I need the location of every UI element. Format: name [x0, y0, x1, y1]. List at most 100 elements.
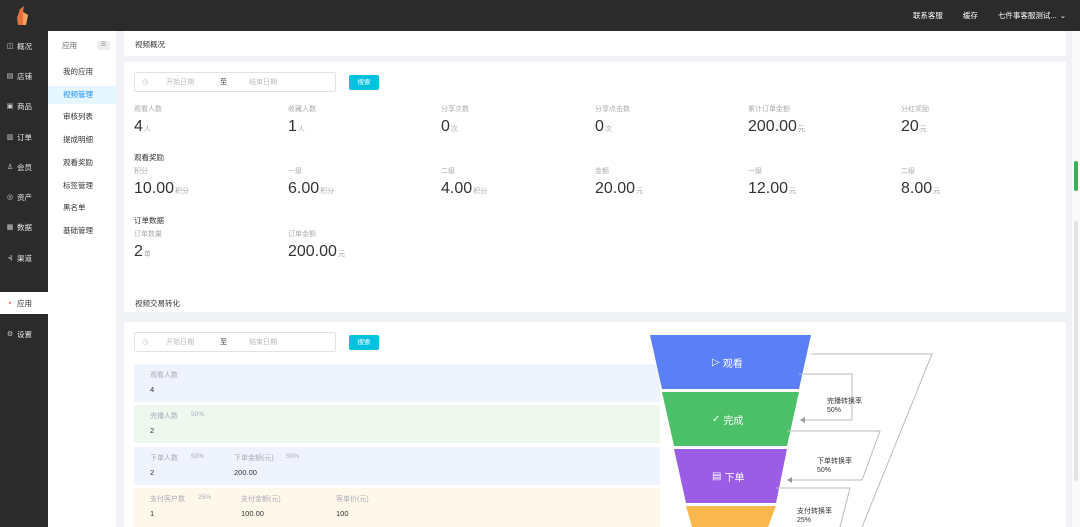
secondary-sidebar: 应用 ☰ 我的应用 视频管理 审核列表 提成明细 观看奖励 标签管理 黑名单 基… — [48, 31, 116, 527]
stat-order-total: 订单金额 200.00元 — [288, 229, 345, 261]
overview-search-button[interactable]: 搜索 — [349, 75, 379, 90]
order-icon: ▥ — [6, 134, 14, 141]
stat-order-amount: 累计订单金额 200.00元 — [748, 104, 805, 136]
stat-value: 4.00积分 — [441, 180, 488, 197]
end-date-input[interactable]: 结束日期 — [249, 337, 277, 347]
row-cell: 观看人数 4 — [150, 372, 178, 394]
stat-label: 一级 — [748, 168, 762, 175]
stat-value: 8.00元 — [901, 180, 941, 197]
stat-favorites: 收藏人数 1人 — [288, 104, 316, 136]
store-icon: ▤ — [6, 73, 14, 80]
conversion-row-view: 观看人数 4 — [134, 364, 660, 402]
asset-icon: ◎ — [6, 194, 14, 201]
clock-icon: ◷ — [142, 339, 149, 346]
sidebar-item-label: 概况 — [17, 41, 32, 51]
page-scrollbar[interactable] — [1072, 31, 1080, 527]
conversion-search-button[interactable]: 搜索 — [349, 335, 379, 350]
top-bar: 联系客服 缓存 七件事客服测试... ⌄ — [0, 0, 1080, 31]
sidebar-item-label: 渠道 — [17, 253, 32, 263]
overview-date-range[interactable]: ◷ 开始日期 至 结束日期 — [134, 72, 336, 92]
stat-label: 金额 — [595, 168, 609, 175]
sidebar-item-goods[interactable]: ▣ 商品 — [0, 95, 48, 117]
stat-amount-level1: 一级 12.00元 — [748, 166, 796, 198]
subnav-item-watch-reward[interactable]: 观看奖励 — [48, 154, 116, 172]
end-date-input[interactable]: 结束日期 — [249, 77, 277, 87]
stat-label: 订单金额 — [288, 231, 316, 238]
funnel-label-complete: ✓ 完成 — [712, 414, 744, 427]
start-date-input[interactable]: 开始日期 — [166, 337, 194, 347]
conversion-row-order: 下单人数 2 50% 下单金额(元) 200.00 50% — [134, 447, 660, 485]
rate-order: 下单转换率 50% — [817, 458, 852, 474]
top-nav: 联系客服 缓存 七件事客服测试... ⌄ — [913, 0, 1066, 31]
row-percent: 50% — [191, 411, 205, 418]
subnav-title: 应用 — [62, 40, 77, 50]
sidebar-item-order[interactable]: ▥ 订单 — [0, 126, 48, 148]
app-logo-icon[interactable] — [12, 6, 34, 26]
subnav-item-my-apps[interactable]: 我的应用 — [48, 63, 116, 81]
cache-link[interactable]: 缓存 — [963, 10, 978, 21]
collapse-menu-icon[interactable]: ☰ — [97, 40, 110, 50]
start-date-input[interactable]: 开始日期 — [166, 77, 194, 87]
funnel-stage-pay — [686, 506, 776, 527]
date-separator: 至 — [220, 79, 228, 86]
stat-value: 20.00元 — [595, 180, 644, 197]
stat-viewers: 观看人数 4人 — [134, 104, 162, 136]
stat-value: 0次 — [595, 118, 612, 135]
goods-icon: ▣ — [6, 103, 14, 110]
stat-amount-level2: 二级 8.00元 — [901, 166, 940, 198]
subnav-item-blacklist[interactable]: 黑名单 — [48, 199, 116, 217]
stat-points-level2: 二级 4.00积分 — [441, 166, 487, 198]
stat-label: 二级 — [441, 168, 455, 175]
row-cell: 完播人数 2 — [150, 413, 178, 435]
stat-value: 200.00元 — [748, 118, 805, 135]
play-circle-icon: ▷ — [712, 357, 720, 368]
conversion-date-range[interactable]: ◷ 开始日期 至 结束日期 — [134, 332, 336, 352]
funnel-label-view: ▷ 观看 — [712, 357, 743, 370]
scrollbar-thumb[interactable] — [1074, 161, 1078, 191]
sidebar-item-apps[interactable]: ▪ 应用 — [0, 292, 48, 314]
conversion-title: 视频交易转化 — [135, 299, 180, 308]
conversion-funnel — [650, 335, 933, 527]
subnav-header: 应用 ☰ — [48, 31, 116, 59]
member-icon: ♙ — [6, 164, 14, 171]
apps-icon: ▪ — [8, 299, 12, 307]
user-menu[interactable]: 七件事客服测试... ⌄ — [998, 10, 1066, 21]
row-percent: 50% — [191, 453, 205, 460]
chevron-down-icon: ⌄ — [1059, 11, 1066, 20]
date-separator: 至 — [220, 339, 228, 346]
conversion-row-complete: 完播人数 2 50% — [134, 405, 660, 443]
sidebar-item-data[interactable]: ▦ 数据 — [0, 216, 48, 238]
stat-value: 10.00积分 — [134, 180, 190, 197]
sidebar-item-store[interactable]: ▤ 店铺 — [0, 65, 48, 87]
sidebar-item-settings[interactable]: ⚙ 设置 — [0, 323, 48, 345]
sidebar-item-asset[interactable]: ◎ 资产 — [0, 186, 48, 208]
stat-label: 分红奖励 — [901, 106, 929, 113]
stat-label: 累计订单金额 — [748, 106, 790, 113]
stat-label: 分享次数 — [441, 106, 469, 113]
subnav-item-commission[interactable]: 提成明细 — [48, 131, 116, 149]
stat-amount: 金额 20.00元 — [595, 166, 643, 198]
sidebar-item-member[interactable]: ♙ 会员 — [0, 156, 48, 178]
stat-share-clicks: 分享点击数 0次 — [595, 104, 630, 136]
sidebar-item-overview[interactable]: ◫ 概况 — [0, 35, 48, 57]
clock-icon: ◷ — [142, 79, 149, 86]
row-cell: 下单人数 2 — [150, 455, 178, 477]
reward-section-title: 观看奖励 — [134, 153, 164, 162]
order-form-icon: ▤ — [712, 471, 722, 482]
rate-complete: 完播转换率 50% — [827, 398, 862, 414]
sidebar-item-channel[interactable]: ⊰ 渠道 — [0, 247, 48, 269]
channel-icon: ⊰ — [7, 255, 13, 262]
subnav-item-tag-manage[interactable]: 标签管理 — [48, 177, 116, 195]
stat-value: 20元 — [901, 118, 927, 135]
subnav-item-basic-manage[interactable]: 基础管理 — [48, 222, 116, 240]
arrow-head — [787, 477, 792, 483]
subnav-item-video-manage[interactable]: 视频管理 — [48, 86, 116, 104]
stat-points-level1: 一级 6.00积分 — [288, 166, 334, 198]
stat-label: 二级 — [901, 168, 915, 175]
row-percent: 25% — [198, 494, 212, 501]
subnav-item-audit-list[interactable]: 审核列表 — [48, 108, 116, 126]
settings-icon: ⚙ — [6, 331, 14, 338]
contact-support-link[interactable]: 联系客服 — [913, 10, 943, 21]
main-sidebar: ◫ 概况 ▤ 店铺 ▣ 商品 ▥ 订单 ♙ 会员 ◎ 资产 ▦ 数据 ⊰ 渠道 ▪ 应用 ⚙ 设置 — [0, 31, 48, 527]
row-percent: 50% — [286, 453, 300, 460]
